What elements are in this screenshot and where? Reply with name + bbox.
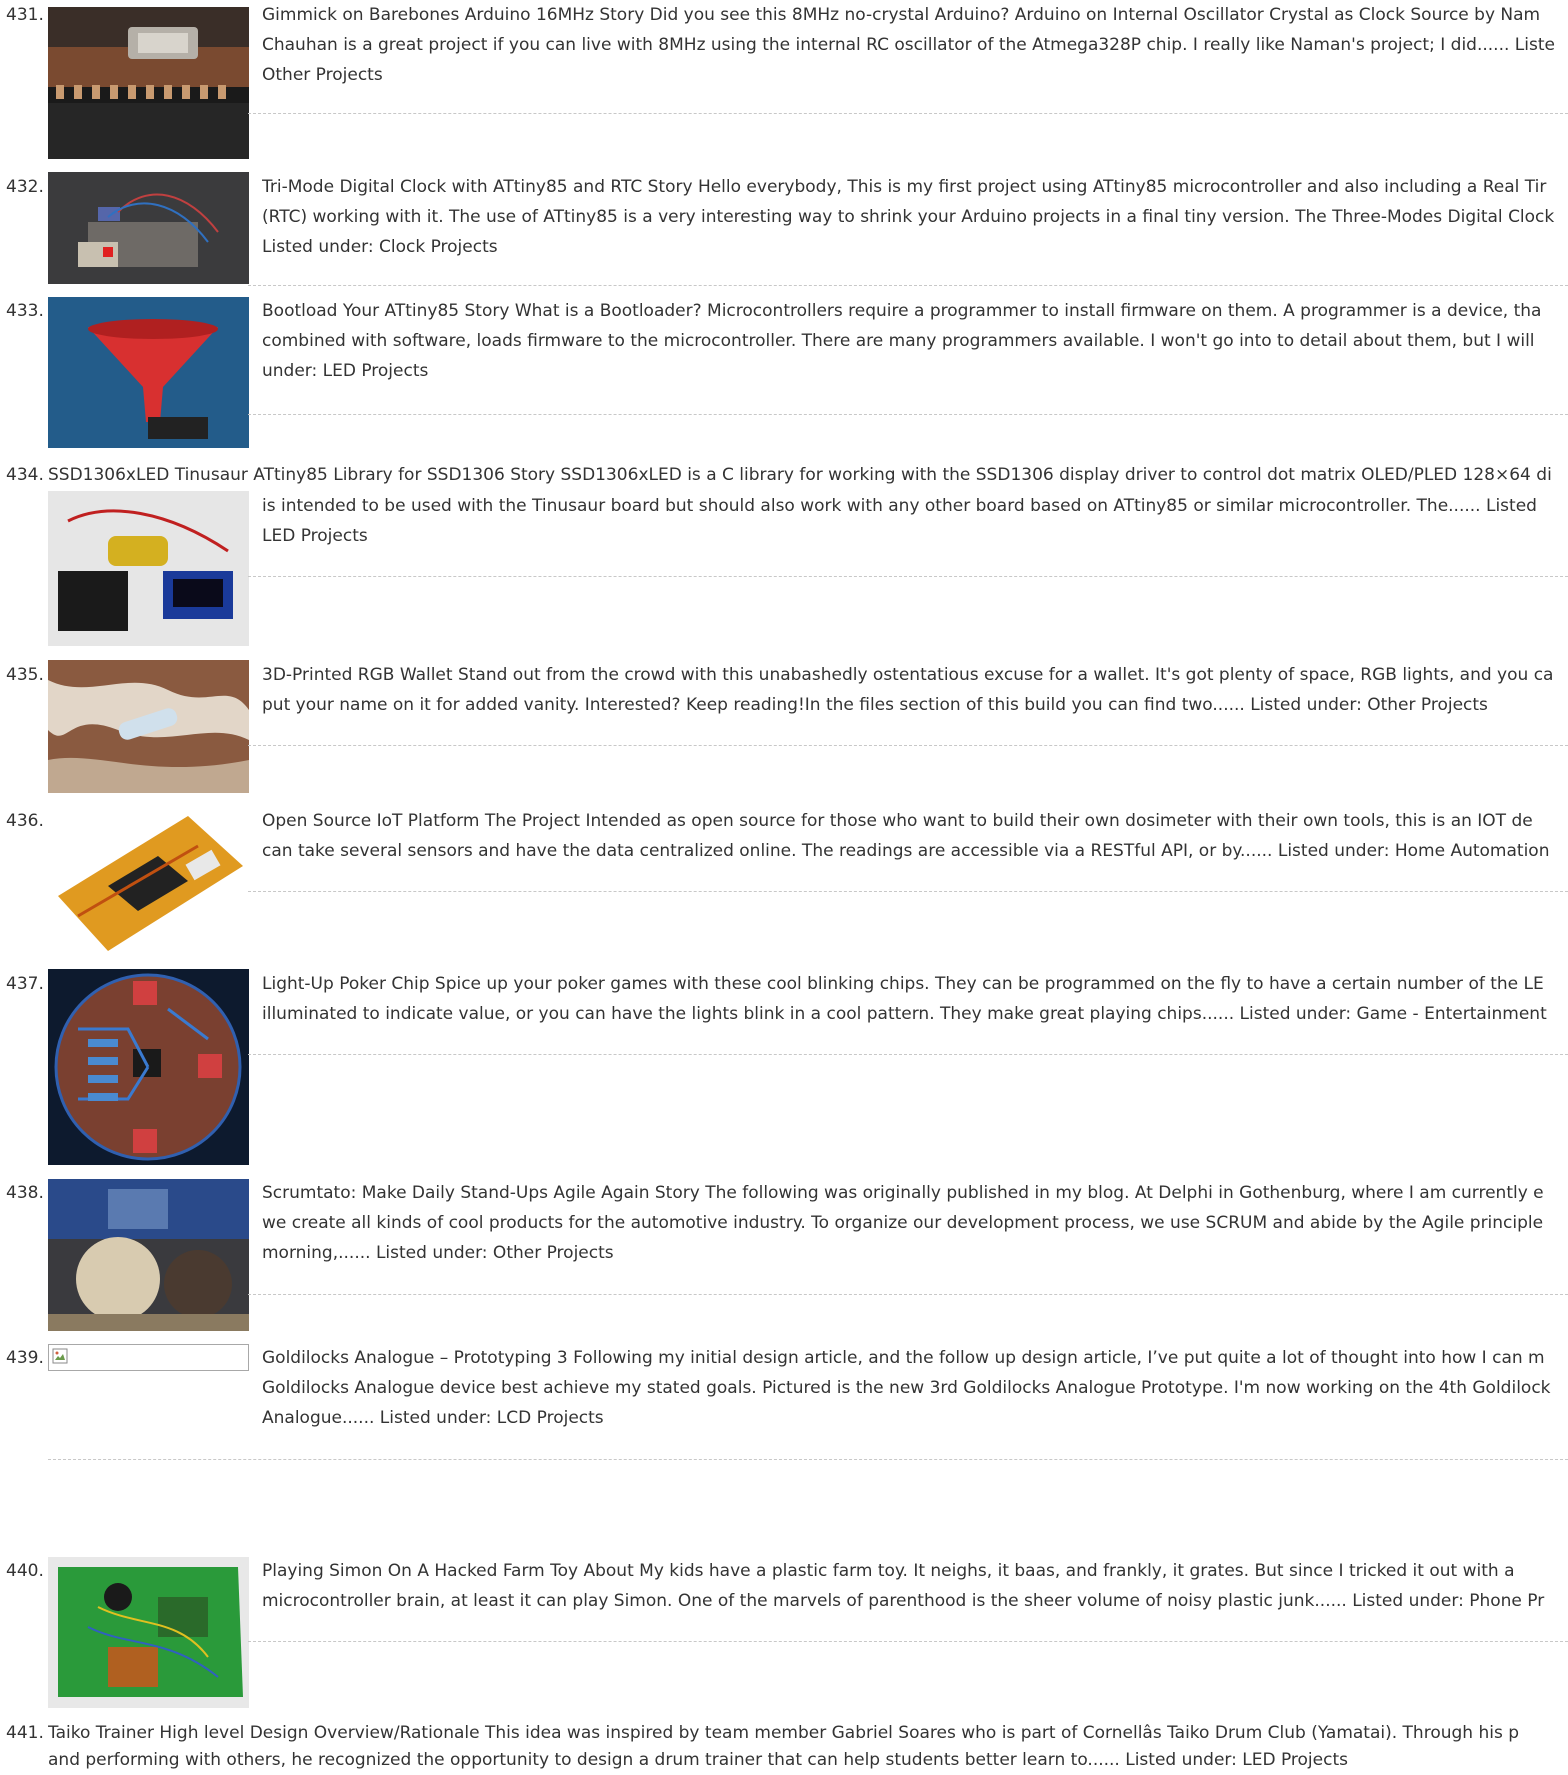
- project-thumbnail[interactable]: [48, 660, 249, 793]
- project-description[interactable]: Gimmick on Barebones Arduino 16MHz Story…: [262, 0, 1568, 90]
- divider: [248, 576, 1568, 577]
- divider: [248, 745, 1568, 746]
- divider: [248, 113, 1568, 114]
- round-pcb-image: [48, 969, 249, 1165]
- project-thumbnail[interactable]: [48, 1557, 249, 1708]
- entry-number: 439.: [6, 1348, 44, 1368]
- description-line: Open Source IoT Platform The Project Int…: [262, 811, 1533, 831]
- project-description[interactable]: Bootload Your ATtiny85 Story What is a B…: [262, 296, 1568, 386]
- description-line: illuminated to indicate value, or you ca…: [262, 1004, 1547, 1024]
- description-line: Gimmick on Barebones Arduino 16MHz Story…: [262, 5, 1541, 25]
- project-thumbnail[interactable]: [48, 969, 249, 1165]
- project-description[interactable]: Goldilocks Analogue – Prototyping 3 Foll…: [262, 1343, 1568, 1433]
- description-line: and performing with others, he recognize…: [48, 1750, 1348, 1770]
- broken-image-icon: [52, 1348, 68, 1364]
- description-line: Tri-Mode Digital Clock with ATtiny85 and…: [262, 177, 1547, 197]
- divider: [248, 1641, 1568, 1642]
- entry-number: 438.: [6, 1183, 44, 1203]
- oled-board-image: [48, 491, 249, 646]
- entry-number: 440.: [6, 1561, 44, 1581]
- project-thumbnail[interactable]: [48, 491, 249, 646]
- project-thumbnail[interactable]: [48, 1179, 249, 1331]
- divider: [248, 285, 1568, 286]
- description-line: we create all kinds of cool products for…: [262, 1213, 1544, 1233]
- project-description[interactable]: Playing Simon On A Hacked Farm Toy About…: [262, 1556, 1568, 1616]
- description-line: can take several sensors and have the da…: [262, 841, 1550, 861]
- description-line: 3D-Printed RGB Wallet Stand out from the…: [262, 665, 1554, 685]
- entry-number: 436.: [6, 811, 44, 831]
- description-line: Chauhan is a great project if you can li…: [262, 35, 1555, 55]
- green-toy-pcb-image: [48, 1557, 249, 1708]
- project-title-line[interactable]: SSD1306xLED Tinusaur ATtiny85 Library fo…: [48, 460, 1568, 490]
- description-line: under: LED Projects: [262, 361, 429, 381]
- project-thumbnail[interactable]: [48, 172, 249, 284]
- description-line: microcontroller brain, at least it can p…: [262, 1591, 1545, 1611]
- red-funnel-image: [48, 297, 249, 448]
- arduino-board-image: [48, 7, 249, 159]
- entry-number: 431.: [6, 5, 44, 25]
- description-line: combined with software, loads firmware t…: [262, 331, 1535, 351]
- wallet-image: [48, 660, 249, 793]
- project-thumbnail[interactable]: [48, 297, 249, 448]
- entry-number: 441.: [6, 1723, 44, 1743]
- project-description[interactable]: Tri-Mode Digital Clock with ATtiny85 and…: [262, 172, 1568, 262]
- entry-number: 432.: [6, 177, 44, 197]
- project-list: 431. Gimmick on Barebones Arduino 16MHz …: [0, 0, 1568, 1773]
- description-line: Goldilocks Analogue – Prototyping 3 Foll…: [262, 1348, 1545, 1368]
- description-line: Listed under: Clock Projects: [262, 237, 498, 257]
- divider: [248, 1294, 1568, 1295]
- description-line: Playing Simon On A Hacked Farm Toy About…: [262, 1561, 1515, 1581]
- description-line: (RTC) working with it. The use of ATtiny…: [262, 207, 1555, 227]
- project-thumbnail[interactable]: [48, 806, 249, 957]
- entry-number: 435.: [6, 665, 44, 685]
- project-thumbnail[interactable]: [48, 1344, 249, 1371]
- divider: [248, 1054, 1568, 1055]
- description-line: Bootload Your ATtiny85 Story What is a B…: [262, 301, 1542, 321]
- description-line: Light-Up Poker Chip Spice up your poker …: [262, 974, 1544, 994]
- description-line: put your name on it for added vanity. In…: [262, 695, 1488, 715]
- description-line: morning,...... Listed under: Other Proje…: [262, 1243, 614, 1263]
- project-description[interactable]: and performing with others, he recognize…: [48, 1745, 1568, 1775]
- project-thumbnail[interactable]: [48, 7, 249, 159]
- entry-number: 437.: [6, 974, 44, 994]
- description-line: LED Projects: [262, 526, 368, 546]
- project-title-line[interactable]: Taiko Trainer High level Design Overview…: [48, 1718, 1568, 1748]
- entry-number: 434.: [6, 465, 44, 485]
- divider: [48, 1459, 1568, 1460]
- project-description[interactable]: Scrumtato: Make Daily Stand-Ups Agile Ag…: [262, 1178, 1568, 1268]
- description-line: Analogue...... Listed under: LCD Project…: [262, 1408, 604, 1428]
- breadboard-clock-image: [48, 172, 249, 284]
- description-line: Other Projects: [262, 65, 383, 85]
- description-line: Scrumtato: Make Daily Stand-Ups Agile Ag…: [262, 1183, 1544, 1203]
- divider: [248, 891, 1568, 892]
- description-line: Goldilocks Analogue device best achieve …: [262, 1378, 1551, 1398]
- project-description[interactable]: 3D-Printed RGB Wallet Stand out from the…: [262, 660, 1568, 720]
- divider: [248, 414, 1568, 415]
- project-description[interactable]: is intended to be used with the Tinusaur…: [262, 491, 1568, 551]
- description-line: is intended to be used with the Tinusaur…: [262, 496, 1537, 516]
- project-description[interactable]: Light-Up Poker Chip Spice up your poker …: [262, 969, 1568, 1029]
- project-description[interactable]: Open Source IoT Platform The Project Int…: [262, 806, 1568, 866]
- iot-pcb-image: [48, 806, 249, 957]
- potato-devices-image: [48, 1179, 249, 1331]
- entry-number: 433.: [6, 301, 44, 321]
